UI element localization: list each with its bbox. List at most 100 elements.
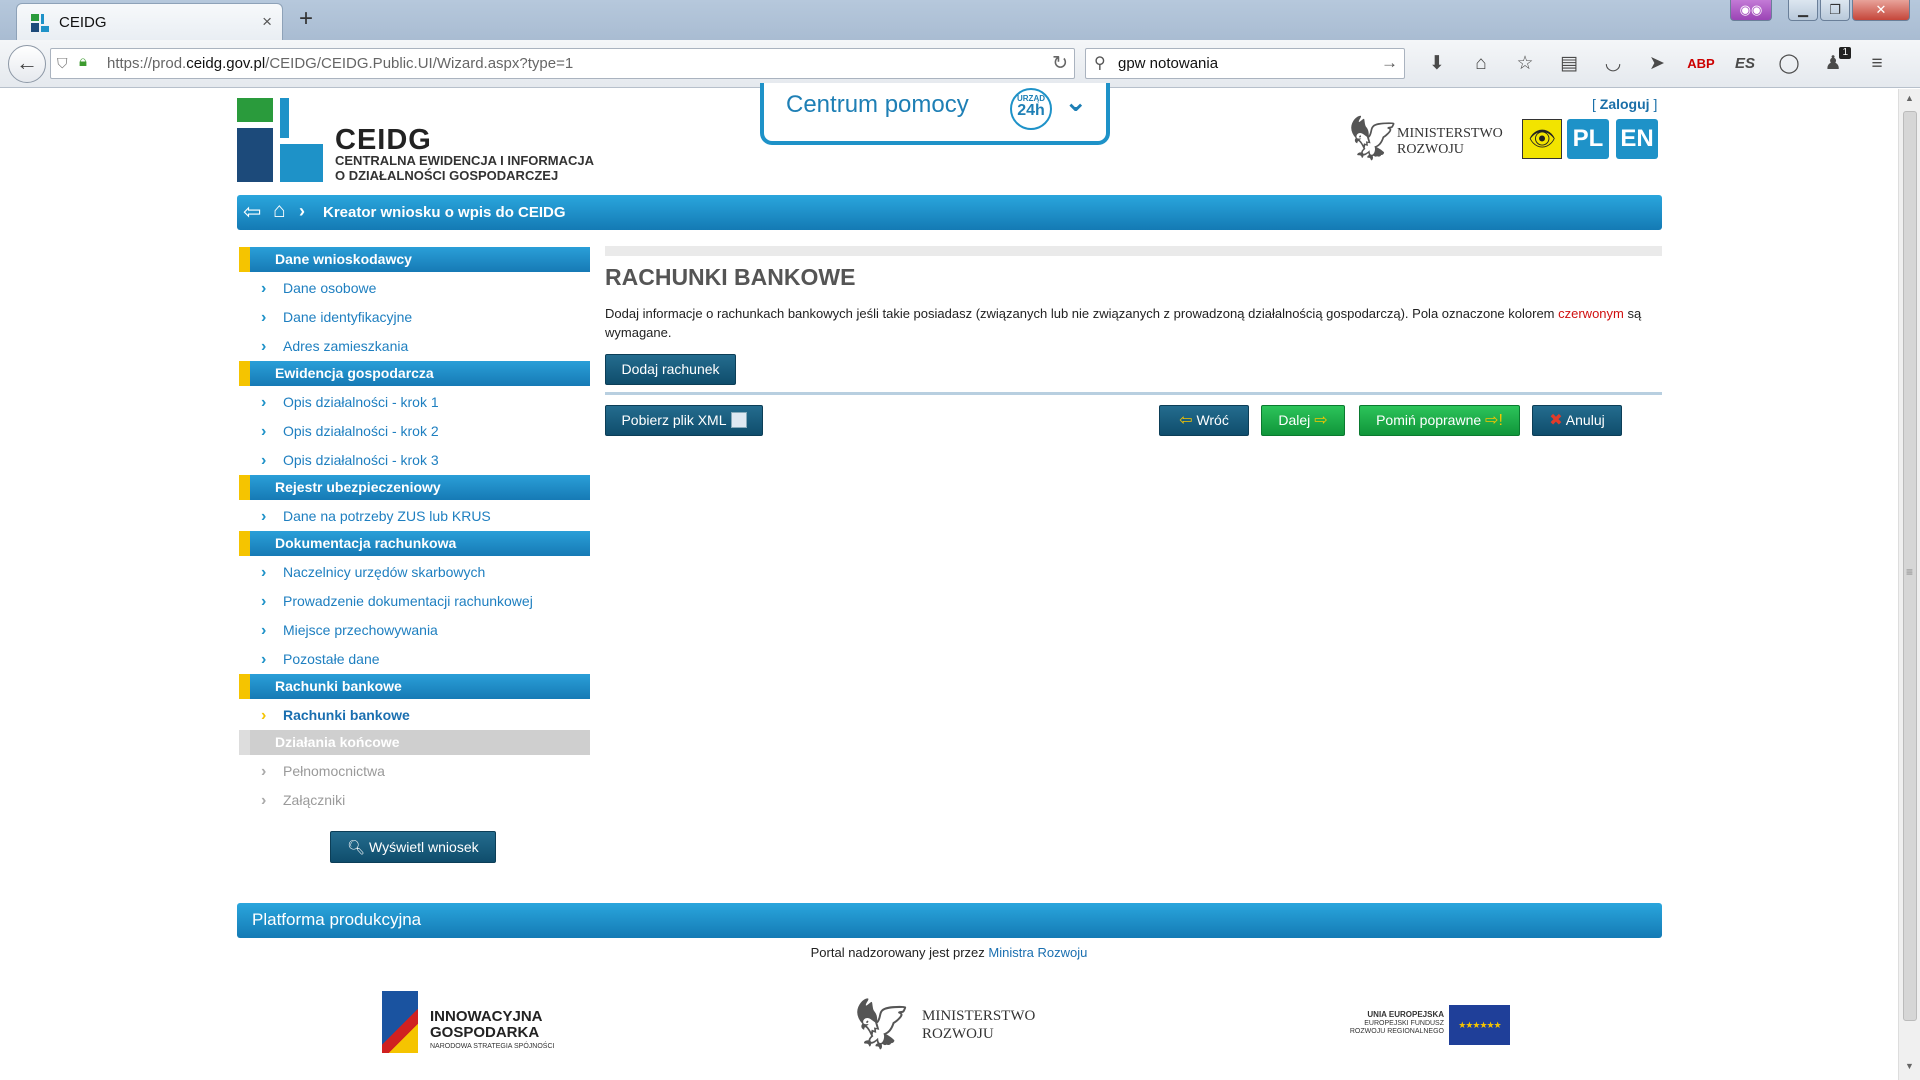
es-extension-icon[interactable]: ES: [1723, 49, 1767, 79]
adblock-icon[interactable]: ABP: [1679, 49, 1723, 79]
notification-badge: 1: [1839, 47, 1851, 59]
floppy-disk-icon: [730, 412, 747, 428]
ig-flag-icon: [382, 991, 418, 1053]
chevron-right-icon: ›: [261, 452, 267, 469]
breadcrumb-title: Kreator wniosku o wpis do CEIDG: [323, 204, 566, 221]
chevron-right-icon: ›: [261, 423, 267, 440]
scroll-grip-icon: ≡: [1906, 565, 1914, 579]
search-input[interactable]: ⚲ gpw notowania →: [1085, 48, 1405, 79]
sidebar-item-prowadzenie[interactable]: › Prowadzenie dokumentacji rachunkowej: [239, 587, 590, 616]
download-xml-button[interactable]: Pobierz plik XML: [605, 405, 763, 436]
lang-pl-button[interactable]: PL: [1567, 119, 1609, 159]
main-separator: [605, 392, 1662, 395]
sidebar-item-adres-zamieszkania[interactable]: › Adres zamieszkania: [239, 332, 590, 361]
hamburger-menu-icon[interactable]: ≡: [1855, 49, 1899, 79]
contrast-eye-icon[interactable]: 👁︎: [1522, 119, 1562, 159]
view-application-button[interactable]: 🔍︎ Wyświetl wniosek: [330, 831, 496, 863]
private-mask-icon[interactable]: ◉◉: [1730, 0, 1772, 21]
sidebar-item-opis-krok-1[interactable]: › Opis działalności - krok 1: [239, 388, 590, 417]
toolbar-icons: ⬇ ⌂ ☆ ▤ ◡ ➤ ABP ES ◯ ♟ 1 ≡: [1415, 47, 1899, 79]
sidebar-section-dokumentacja: Dokumentacja rachunkowa: [239, 531, 590, 556]
magnifier-icon: 🔍︎: [347, 839, 370, 855]
notification-icon[interactable]: ♟ 1: [1811, 47, 1855, 79]
chevron-right-icon: ›: [261, 651, 267, 668]
home-icon[interactable]: ⌂: [1459, 49, 1503, 79]
arrow-left-icon: ⇦: [1179, 412, 1193, 429]
lock-icon[interactable]: 🔒︎: [79, 53, 87, 70]
reload-icon[interactable]: ↻: [1052, 52, 1068, 75]
sidebar-item-opis-krok-2[interactable]: › Opis działalności - krok 2: [239, 417, 590, 446]
skip-valid-button[interactable]: Pomiń poprawne ⇨!: [1359, 405, 1520, 436]
shield-icon[interactable]: ⛉: [57, 55, 68, 72]
lang-en-button[interactable]: EN: [1616, 119, 1658, 159]
scroll-down-icon[interactable]: ▼: [1905, 1061, 1914, 1071]
sidebar-item-zalaczniki: › Załączniki: [239, 786, 590, 815]
main-top-bar: [605, 246, 1662, 256]
sidebar-item-pelnomocnictwa: › Pełnomocnictwa: [239, 757, 590, 786]
platform-label: Platforma produkcyjna: [252, 910, 422, 929]
send-icon[interactable]: ➤: [1635, 49, 1679, 79]
ceidg-logo-icon[interactable]: [237, 98, 323, 182]
url-text[interactable]: https://prod.ceidg.gov.pl/CEIDG/CEIDG.Pu…: [107, 55, 573, 72]
ministry-footer-logo[interactable]: 🦅︎ MINISTERSTWO ROZWOJU: [850, 991, 1050, 1057]
back-button[interactable]: ⇦ Wróć: [1159, 405, 1249, 436]
ministry-logo: 🦅︎ MINISTERSTWO ROZWOJU: [1345, 114, 1503, 163]
help-center-tab[interactable]: Centrum pomocy URZĄD 24h ⌄: [760, 83, 1110, 145]
sidebar-item-dane-identyfikacyjne[interactable]: › Dane identyfikacyjne: [239, 303, 590, 332]
ministry-link[interactable]: Ministra Rozwoju: [988, 945, 1087, 960]
eu-fund-logo[interactable]: UNIA EUROPEJSKA EUROPEJSKI FUNDUSZ ROZWOJU…: [1340, 1005, 1510, 1049]
add-account-button[interactable]: Dodaj rachunek: [605, 354, 736, 385]
cancel-button[interactable]: ✖ Anuluj: [1532, 405, 1622, 436]
arrow-right-icon: ⇨: [1314, 412, 1328, 429]
chevron-right-icon: ›: [261, 707, 267, 724]
bookmark-star-icon[interactable]: ☆: [1503, 49, 1547, 79]
search-icon: ⚲: [1094, 55, 1106, 72]
home-icon[interactable]: ⌂: [273, 199, 286, 223]
wizard-sidebar: Dane wnioskodawcy › Dane osobowe › Dane id…: [239, 247, 590, 891]
login-link[interactable]: [ Zaloguj ]: [1592, 96, 1657, 112]
sidebar-item-pozostale[interactable]: › Pozostałe dane: [239, 645, 590, 674]
vertical-scrollbar[interactable]: ▲ ≡ ▼: [1898, 89, 1920, 1080]
url-bar[interactable]: ⛉ 🔒︎ https://prod.ceidg.gov.pl/CEIDG/CEI…: [50, 48, 1075, 79]
sidebar-item-dane-osobowe[interactable]: › Dane osobowe: [239, 274, 590, 303]
tab-title: CEIDG: [59, 14, 107, 31]
next-button[interactable]: Dalej ⇨: [1261, 405, 1345, 436]
search-value[interactable]: gpw notowania: [1118, 55, 1218, 72]
tab-close-icon[interactable]: ×: [262, 12, 272, 32]
back-arrow-icon[interactable]: ←: [8, 45, 46, 83]
sidebar-item-naczelnicy[interactable]: › Naczelnicy urzędów skarbowych: [239, 558, 590, 587]
office-24h-icon: URZĄD 24h: [1010, 88, 1052, 130]
eagle-emblem-icon: 🦅︎: [850, 996, 914, 1052]
page-viewport: CEIDG CENTRALNA EWIDENCJA I INFORMACJA O…: [0, 83, 1898, 1080]
sidebar-section-rachunki: Rachunki bankowe: [239, 674, 590, 699]
close-window-button[interactable]: ✕: [1852, 0, 1910, 21]
sidebar-item-zus-krus[interactable]: › Dane na potrzeby ZUS lub KRUS: [239, 502, 590, 531]
minimize-button[interactable]: ▁: [1788, 0, 1818, 21]
pocket-icon[interactable]: ◡: [1591, 49, 1635, 79]
chevron-right-icon: ›: [261, 394, 267, 411]
chevron-right-icon: ›: [261, 622, 267, 639]
platform-footer-bar: Platforma produkcyjna: [237, 903, 1662, 938]
scroll-up-icon[interactable]: ▲: [1905, 93, 1914, 103]
ceidg-favicon-icon: [31, 14, 49, 32]
new-tab-button[interactable]: +: [293, 5, 319, 35]
chevron-right-icon: ›: [299, 201, 305, 221]
chevron-right-icon: ›: [261, 564, 267, 581]
browser-tab[interactable]: CEIDG ×: [16, 3, 283, 40]
chevron-right-icon: ›: [261, 593, 267, 610]
chat-bubble-icon[interactable]: ◯: [1767, 49, 1811, 79]
sidebar-item-opis-krok-3[interactable]: › Opis działalności - krok 3: [239, 446, 590, 475]
page-description: Dodaj informacje o rachunkach bankowych …: [605, 306, 1642, 340]
search-go-arrow-icon[interactable]: →: [1381, 53, 1398, 73]
arrow-left-icon[interactable]: ⇦: [243, 199, 261, 225]
sidebar-item-rachunki-bankowe[interactable]: › Rachunki bankowe: [239, 701, 590, 730]
chevron-right-icon: ›: [261, 280, 267, 297]
browser-tabbar: CEIDG × + ◉◉ ▁ ❐ ✕: [0, 0, 1920, 40]
sidebar-item-miejsce[interactable]: › Miejsce przechowywania: [239, 616, 590, 645]
chevron-down-icon[interactable]: ⌄: [1064, 85, 1087, 118]
reading-list-icon[interactable]: ▤: [1547, 49, 1591, 79]
chevron-right-icon: ›: [261, 309, 267, 326]
restore-button[interactable]: ❐: [1820, 0, 1850, 21]
innowacyjna-gospodarka-logo[interactable]: INNOWACYJNA GOSPODARKA NARODOWA STRATEGIA…: [382, 991, 582, 1057]
download-icon[interactable]: ⬇: [1415, 49, 1459, 79]
